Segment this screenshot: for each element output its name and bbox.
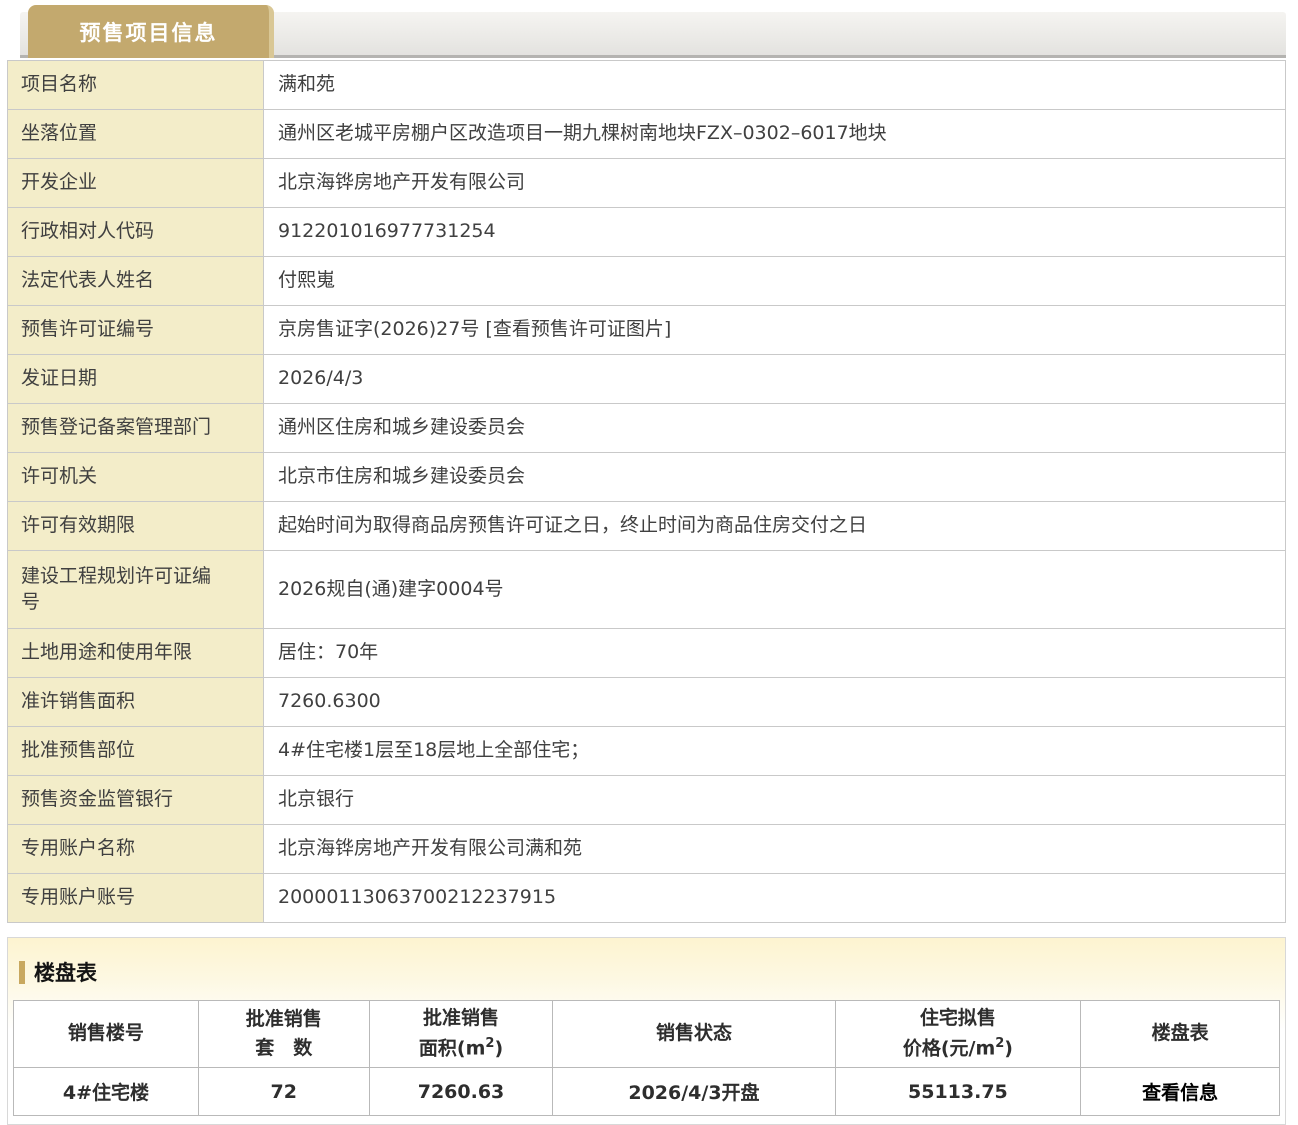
info-row: 批准预售部位 4#住宅楼1层至18层地上全部住宅； <box>8 727 1286 776</box>
info-row: 专用账户名称 北京海铧房地产开发有限公司满和苑 <box>8 825 1286 874</box>
info-row: 准许销售面积 7260.6300 <box>8 678 1286 727</box>
info-value: 7260.6300 <box>264 678 1286 727</box>
info-row: 坐落位置 通州区老城平房棚户区改造项目一期九棵树南地块FZX–0302–6017… <box>8 110 1286 159</box>
info-value: 2026规自(通)建字0004号 <box>264 551 1286 629</box>
info-value: 满和苑 <box>264 61 1286 110</box>
permit-number-text: 京房售证字(2026)27号 <box>278 318 485 340</box>
info-label: 开发企业 <box>8 159 264 208</box>
header: 预售项目信息 <box>7 0 1286 60</box>
cell-proposed-price: 55113.75 <box>835 1068 1081 1116</box>
building-table-section: 楼盘表 销售楼号 批准销售 套 数 批准销售 面积(m2) <box>7 937 1286 1125</box>
cell-building-no: 4#住宅楼 <box>14 1068 199 1116</box>
info-value: 通州区住房和城乡建设委员会 <box>264 404 1286 453</box>
cell-sale-status: 2026/4/3开盘 <box>553 1068 835 1116</box>
info-value: 2026/4/3 <box>264 355 1286 404</box>
info-row: 预售登记备案管理部门 通州区住房和城乡建设委员会 <box>8 404 1286 453</box>
info-value: 北京银行 <box>264 776 1286 825</box>
info-row: 项目名称 满和苑 <box>8 61 1286 110</box>
info-value: 北京市住房和城乡建设委员会 <box>264 453 1286 502</box>
info-label: 准许销售面积 <box>8 678 264 727</box>
info-value: 4#住宅楼1层至18层地上全部住宅； <box>264 727 1286 776</box>
presale-info-table: 项目名称 满和苑 坐落位置 通州区老城平房棚户区改造项目一期九棵树南地块FZX–… <box>7 60 1286 923</box>
info-value: 通州区老城平房棚户区改造项目一期九棵树南地块FZX–0302–6017地块 <box>264 110 1286 159</box>
col-header-building-no: 销售楼号 <box>14 1001 199 1068</box>
building-table-row: 4#住宅楼 72 7260.63 2026/4/3开盘 55113.75 查看信… <box>14 1068 1280 1116</box>
info-row: 土地用途和使用年限 居住：70年 <box>8 629 1286 678</box>
info-row: 建设工程规划许可证编 号 2026规自(通)建字0004号 <box>8 551 1286 629</box>
info-value: 居住：70年 <box>264 629 1286 678</box>
tab-presale-project-info[interactable]: 预售项目信息 <box>28 5 274 58</box>
info-label: 行政相对人代码 <box>8 208 264 257</box>
info-row: 开发企业 北京海铧房地产开发有限公司 <box>8 159 1286 208</box>
building-table-header-row: 销售楼号 批准销售 套 数 批准销售 面积(m2) 销售状态 住宅拟售 价格(元… <box>14 1001 1280 1068</box>
view-permit-image-link[interactable]: [查看预售许可证图片] <box>485 318 671 340</box>
info-label: 法定代表人姓名 <box>8 257 264 306</box>
info-row: 预售资金监管银行 北京银行 <box>8 776 1286 825</box>
info-value: 北京海铧房地产开发有限公司 <box>264 159 1286 208</box>
section-title: 楼盘表 <box>19 957 1280 987</box>
info-value: 北京海铧房地产开发有限公司满和苑 <box>264 825 1286 874</box>
cell-approved-area: 7260.63 <box>369 1068 553 1116</box>
info-value: 京房售证字(2026)27号 [查看预售许可证图片] <box>264 306 1286 355</box>
info-row: 预售许可证编号 京房售证字(2026)27号 [查看预售许可证图片] <box>8 306 1286 355</box>
section-title-text: 楼盘表 <box>34 957 97 987</box>
info-row: 发证日期 2026/4/3 <box>8 355 1286 404</box>
info-label: 批准预售部位 <box>8 727 264 776</box>
page-content: 预售项目信息 项目名称 满和苑 坐落位置 通州区老城平房棚户区改造项目一期九棵树… <box>7 0 1286 1125</box>
info-value: 912201016977731254 <box>264 208 1286 257</box>
info-label: 专用账户名称 <box>8 825 264 874</box>
info-row: 专用账户账号 20000113063700212237915 <box>8 874 1286 923</box>
info-row: 许可机关 北京市住房和城乡建设委员会 <box>8 453 1286 502</box>
cell-approved-units: 72 <box>198 1068 369 1116</box>
info-label: 预售许可证编号 <box>8 306 264 355</box>
info-label: 项目名称 <box>8 61 264 110</box>
gold-accent-bar <box>19 961 25 984</box>
info-row: 许可有效期限 起始时间为取得商品房预售许可证之日，终止时间为商品住房交付之日 <box>8 502 1286 551</box>
col-header-sale-status: 销售状态 <box>553 1001 835 1068</box>
info-label: 发证日期 <box>8 355 264 404</box>
info-label: 预售资金监管银行 <box>8 776 264 825</box>
info-row: 行政相对人代码 912201016977731254 <box>8 208 1286 257</box>
col-header-approved-units: 批准销售 套 数 <box>198 1001 369 1068</box>
view-info-link[interactable]: 查看信息 <box>1081 1068 1280 1116</box>
col-header-proposed-price: 住宅拟售 价格(元/m2) <box>835 1001 1081 1068</box>
info-label: 建设工程规划许可证编 号 <box>8 551 264 629</box>
building-table: 销售楼号 批准销售 套 数 批准销售 面积(m2) 销售状态 住宅拟售 价格(元… <box>13 1000 1280 1116</box>
info-value: 付熙嵬 <box>264 257 1286 306</box>
info-row: 法定代表人姓名 付熙嵬 <box>8 257 1286 306</box>
info-value: 20000113063700212237915 <box>264 874 1286 923</box>
col-header-building-table-link: 楼盘表 <box>1081 1001 1280 1068</box>
info-label: 土地用途和使用年限 <box>8 629 264 678</box>
info-label: 许可机关 <box>8 453 264 502</box>
info-label: 坐落位置 <box>8 110 264 159</box>
info-value: 起始时间为取得商品房预售许可证之日，终止时间为商品住房交付之日 <box>264 502 1286 551</box>
info-label: 预售登记备案管理部门 <box>8 404 264 453</box>
info-label: 专用账户账号 <box>8 874 264 923</box>
col-header-approved-area: 批准销售 面积(m2) <box>369 1001 553 1068</box>
info-label: 许可有效期限 <box>8 502 264 551</box>
